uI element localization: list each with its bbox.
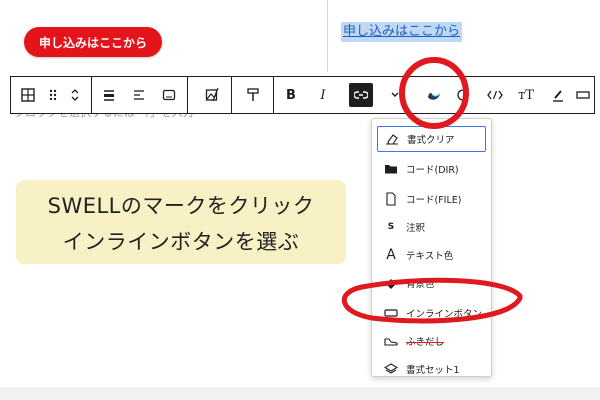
column-divider	[327, 0, 328, 72]
eraser-icon	[383, 133, 401, 145]
instruction-callout: SWELLのマークをクリック インラインボタンを選ぶ	[16, 180, 346, 264]
block-toolbar: B I тT	[10, 76, 595, 114]
menu-item-label: 書式クリア	[407, 135, 455, 146]
align-icon[interactable]	[97, 77, 121, 113]
menu-item-label: 背景色	[406, 279, 435, 290]
menu-item-label: インラインボタン	[406, 309, 483, 320]
menu-item-label: 書式セット1	[406, 365, 460, 376]
file-icon	[382, 192, 400, 206]
table-icon[interactable]	[15, 77, 41, 113]
menu-item-inline-button[interactable]: インラインボタン	[377, 300, 486, 326]
menu-item-label: 注釈	[406, 223, 426, 234]
block-icon[interactable]	[157, 77, 181, 113]
shoe-icon	[382, 335, 400, 347]
swell-icon[interactable]	[421, 77, 447, 113]
menu-item-format-set-1[interactable]: 書式セット1	[377, 356, 486, 382]
text-a-icon: A	[386, 247, 396, 263]
box-icon[interactable]	[573, 77, 593, 113]
menu-item-label: テキスト色	[406, 251, 454, 262]
menu-item-clear-format[interactable]: 書式クリア	[377, 126, 486, 152]
menu-item-code-file[interactable]: コード(FILE)	[377, 186, 486, 212]
apply-button[interactable]: 申し込みはここから	[24, 27, 162, 57]
image-icon[interactable]	[201, 77, 225, 113]
layers-icon	[382, 362, 400, 376]
menu-item-text-color[interactable]: A テキスト色	[377, 242, 486, 268]
instruction-line-2: インラインボタンを選ぶ	[62, 230, 300, 254]
s-icon: S	[387, 222, 395, 232]
editor-canvas: 申し込みはここから 申し込みはここから ブロックを選択するには「/」を入力	[0, 0, 600, 387]
inline-button-icon	[382, 308, 400, 318]
circle-icon[interactable]	[451, 77, 475, 113]
menu-item-label: コード(DIR)	[406, 165, 459, 176]
menu-item-code-dir[interactable]: コード(DIR)	[377, 156, 486, 182]
more-chevron-icon[interactable]	[385, 77, 405, 113]
code-icon[interactable]	[483, 77, 507, 113]
bold-button[interactable]: B	[279, 77, 303, 113]
italic-button[interactable]: I	[311, 77, 335, 113]
selected-link-text[interactable]: 申し込みはここから	[341, 22, 463, 42]
link-icon[interactable]	[349, 83, 373, 107]
folder-icon	[382, 163, 400, 175]
drag-handle-icon[interactable]	[43, 77, 63, 113]
move-up-down-icon[interactable]	[65, 77, 85, 113]
instruction-line-1: SWELLのマークをクリック	[47, 194, 315, 218]
font-size-button[interactable]: тT	[513, 77, 539, 113]
menu-item-label: ふきだし	[406, 337, 445, 348]
format-dropdown-menu: 書式クリア コード(DIR) コード(FILE) S 注釈 A テキスト色 背景…	[371, 118, 492, 377]
menu-item-annotation[interactable]: S 注釈	[377, 214, 486, 240]
style-icon[interactable]	[241, 77, 265, 113]
menu-item-background-color[interactable]: 背景色	[377, 270, 486, 296]
highlight-icon[interactable]	[547, 77, 569, 113]
menu-item-balloon[interactable]: ふきだし	[377, 328, 486, 354]
paint-bucket-icon	[382, 276, 400, 290]
menu-item-label: コード(FILE)	[406, 195, 462, 206]
text-align-icon[interactable]	[127, 77, 151, 113]
